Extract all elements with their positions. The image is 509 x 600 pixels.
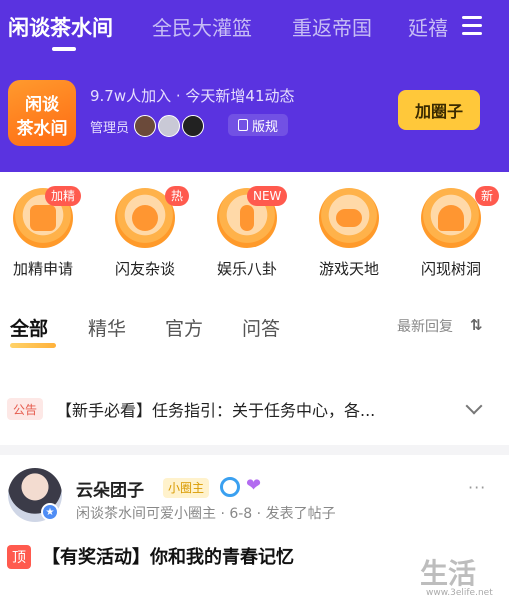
watermark-text: 生活: [420, 557, 477, 590]
admin-avatar[interactable]: [158, 115, 180, 137]
category-item[interactable]: 闪友杂谈 热: [105, 186, 190, 279]
tab-circle-3[interactable]: 延禧: [408, 12, 448, 41]
admin-label: 管理员: [90, 121, 130, 136]
admin-avatar[interactable]: [134, 115, 156, 137]
category-item[interactable]: 闪现树洞 新: [411, 186, 500, 279]
admin-avatar[interactable]: [182, 115, 204, 137]
join-circle-button[interactable]: 加圈子: [398, 90, 480, 130]
announcement-text[interactable]: 【新手必看】任务指引：关于任务中心，各...: [56, 397, 375, 421]
verified-icon: [220, 477, 240, 497]
section-divider: [0, 445, 509, 455]
menu-icon[interactable]: [462, 16, 482, 35]
circle-header: 闲谈茶水间 全民大灌篮 重返帝国 延禧 闲谈 茶水间 9.7w人加入 · 今天新…: [0, 0, 509, 172]
category-item[interactable]: 加精申请 加精: [3, 186, 83, 279]
role-badge: 小圈主: [163, 478, 210, 498]
category-label: 加精申请: [12, 260, 73, 278]
tree-icon: [421, 188, 481, 248]
sort-icon[interactable]: ⇅: [470, 316, 483, 334]
category-badge: 加精: [45, 186, 82, 206]
logo-text-line2: 茶水间: [16, 119, 68, 139]
logo-text-line1: 闲谈: [25, 95, 59, 115]
post-author[interactable]: 云朵团子: [76, 476, 144, 501]
category-label: 闪现树洞: [420, 260, 481, 278]
category-item[interactable]: 游戏天地: [309, 188, 389, 279]
post-title[interactable]: 【有奖活动】你和我的青春记忆: [42, 543, 294, 569]
heart-icon: ❤: [246, 475, 262, 496]
gamepad-icon: [319, 188, 379, 248]
rules-button[interactable]: 版规: [228, 114, 288, 136]
star-icon: ★: [41, 503, 59, 521]
announcement-tag: 公告: [7, 398, 43, 420]
tab-official[interactable]: 官方: [165, 314, 203, 341]
watermark-logo: 生活 www.3elife.net: [412, 552, 506, 598]
category-badge: 新: [475, 186, 500, 206]
more-icon[interactable]: ···: [468, 478, 486, 497]
active-tab-indicator: [52, 47, 76, 51]
category-label: 游戏天地: [318, 260, 379, 278]
category-label: 娱乐八卦: [216, 260, 277, 278]
active-section-indicator: [10, 343, 56, 348]
sort-label[interactable]: 最新回复: [397, 316, 453, 336]
tab-circle-2[interactable]: 重返帝国: [292, 12, 372, 41]
tab-qa[interactable]: 问答: [242, 314, 280, 341]
watermark-url: www.3elife.net: [426, 588, 493, 598]
category-item[interactable]: 娱乐八卦 NEW: [207, 186, 288, 279]
circle-logo: 闲谈 茶水间: [8, 80, 76, 146]
pinned-badge: 顶: [7, 545, 31, 569]
circle-tabs: 闲谈茶水间 全民大灌篮 重返帝国 延禧: [0, 0, 509, 58]
category-badge: NEW: [247, 186, 288, 206]
category-badge: 热: [165, 186, 190, 206]
tab-featured[interactable]: 精华: [88, 314, 126, 341]
tab-circle-1[interactable]: 全民大灌篮: [152, 12, 252, 41]
post-meta: 闲谈茶水间可爱小圈主 · 6-8 · 发表了帖子: [76, 506, 336, 522]
rules-label: 版规: [251, 119, 278, 135]
document-icon: [237, 119, 248, 131]
tab-all[interactable]: 全部: [10, 314, 48, 341]
tab-circle-0[interactable]: 闲谈茶水间: [8, 12, 113, 42]
category-label: 闪友杂谈: [114, 260, 175, 278]
circle-stats: 9.7w人加入 · 今天新增41动态: [90, 87, 295, 105]
